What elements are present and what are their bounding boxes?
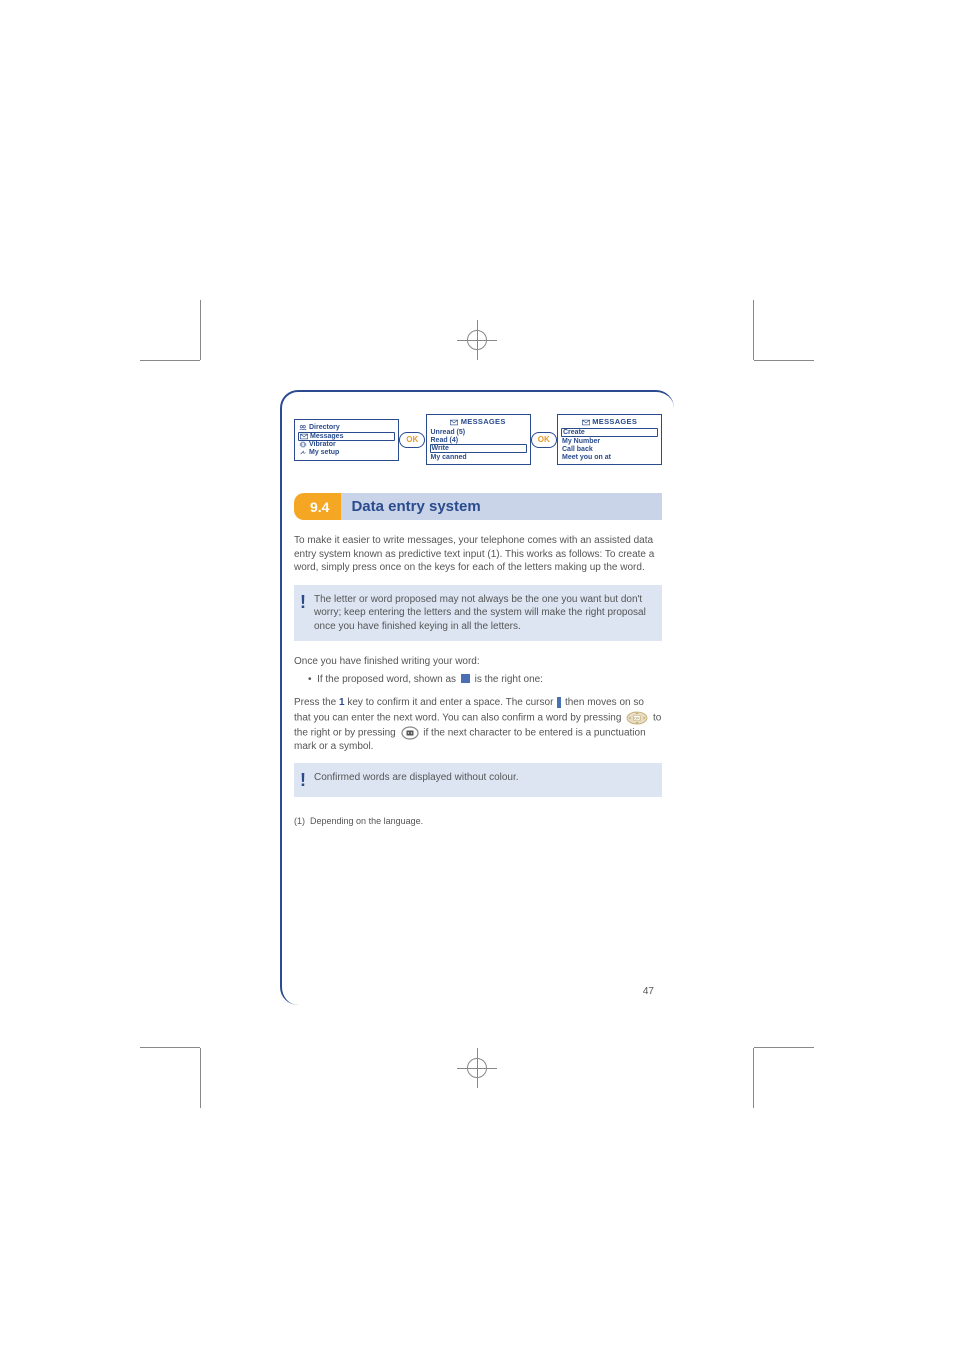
envelope-icon: [582, 419, 590, 426]
list-item: Unread (5): [430, 428, 527, 436]
body-paragraph: Press the 1 key to confirm it and enter …: [294, 696, 662, 753]
list-item-selected: Create: [561, 428, 658, 437]
page-number: 47: [643, 986, 654, 997]
phone-screens-row: Directory Messages Vibrator My setup OK: [294, 414, 662, 465]
section-title: Data entry system: [341, 493, 662, 520]
phone-screen-messages-1: MESSAGES Unread (5) Read (4) Write My ca…: [426, 414, 531, 465]
list-item: Read (4): [430, 436, 527, 444]
list-item: Meet you on at: [561, 453, 658, 461]
menu-item: My setup: [298, 449, 395, 457]
menu-label: Messages: [310, 433, 343, 440]
svg-text:OK: OK: [634, 715, 640, 720]
footnote: (1) Depending on the language.: [294, 815, 662, 827]
body-paragraph: Once you have finished writing your word…: [294, 655, 662, 669]
list-item-selected: Write: [430, 444, 527, 453]
menu-label: Directory: [309, 424, 340, 431]
body-paragraph: To make it easier to write messages, you…: [294, 534, 662, 575]
ok-button-icon: OK: [399, 432, 425, 448]
vibrator-icon: [299, 441, 307, 448]
c-key-icon: [401, 726, 419, 740]
list-item: Call back: [561, 445, 658, 453]
section-number: 9.4: [294, 493, 341, 520]
body-paragraph: • If the proposed word, shown as is the …: [294, 673, 662, 687]
info-text: Confirmed words are displayed without co…: [314, 771, 519, 789]
phone-screen-messages-2: MESSAGES Create My Number Call back Meet…: [557, 414, 662, 465]
menu-label: My setup: [309, 449, 339, 456]
info-callout: ! The letter or word proposed may not al…: [294, 585, 662, 642]
screen-header: MESSAGES: [427, 415, 530, 427]
exclamation-icon: !: [300, 771, 306, 789]
list-item: My canned: [430, 453, 527, 461]
tools-icon: [299, 449, 307, 456]
menu-item-selected: Messages: [298, 432, 395, 441]
phone-screen-menu: Directory Messages Vibrator My setup: [294, 419, 399, 461]
menu-item: Directory: [298, 424, 395, 432]
screen-header: MESSAGES: [558, 415, 661, 427]
envelope-icon: [300, 433, 308, 440]
section-heading: 9.4 Data entry system: [294, 493, 662, 520]
info-callout: ! Confirmed words are displayed without …: [294, 763, 662, 797]
menu-label: Vibrator: [309, 441, 336, 448]
menu-item: Vibrator: [298, 441, 395, 449]
people-icon: [299, 424, 307, 431]
nav-pad-icon: OK: [626, 710, 648, 726]
list-item: My Number: [561, 437, 658, 445]
exclamation-icon: !: [300, 593, 306, 634]
envelope-icon: [450, 419, 458, 426]
cursor-icon: [557, 697, 561, 708]
manual-page: Directory Messages Vibrator My setup OK: [280, 390, 674, 1005]
highlighted-word-icon: [461, 674, 470, 683]
ok-button-icon: OK: [531, 432, 557, 448]
info-text: The letter or word proposed may not alwa…: [314, 593, 652, 634]
